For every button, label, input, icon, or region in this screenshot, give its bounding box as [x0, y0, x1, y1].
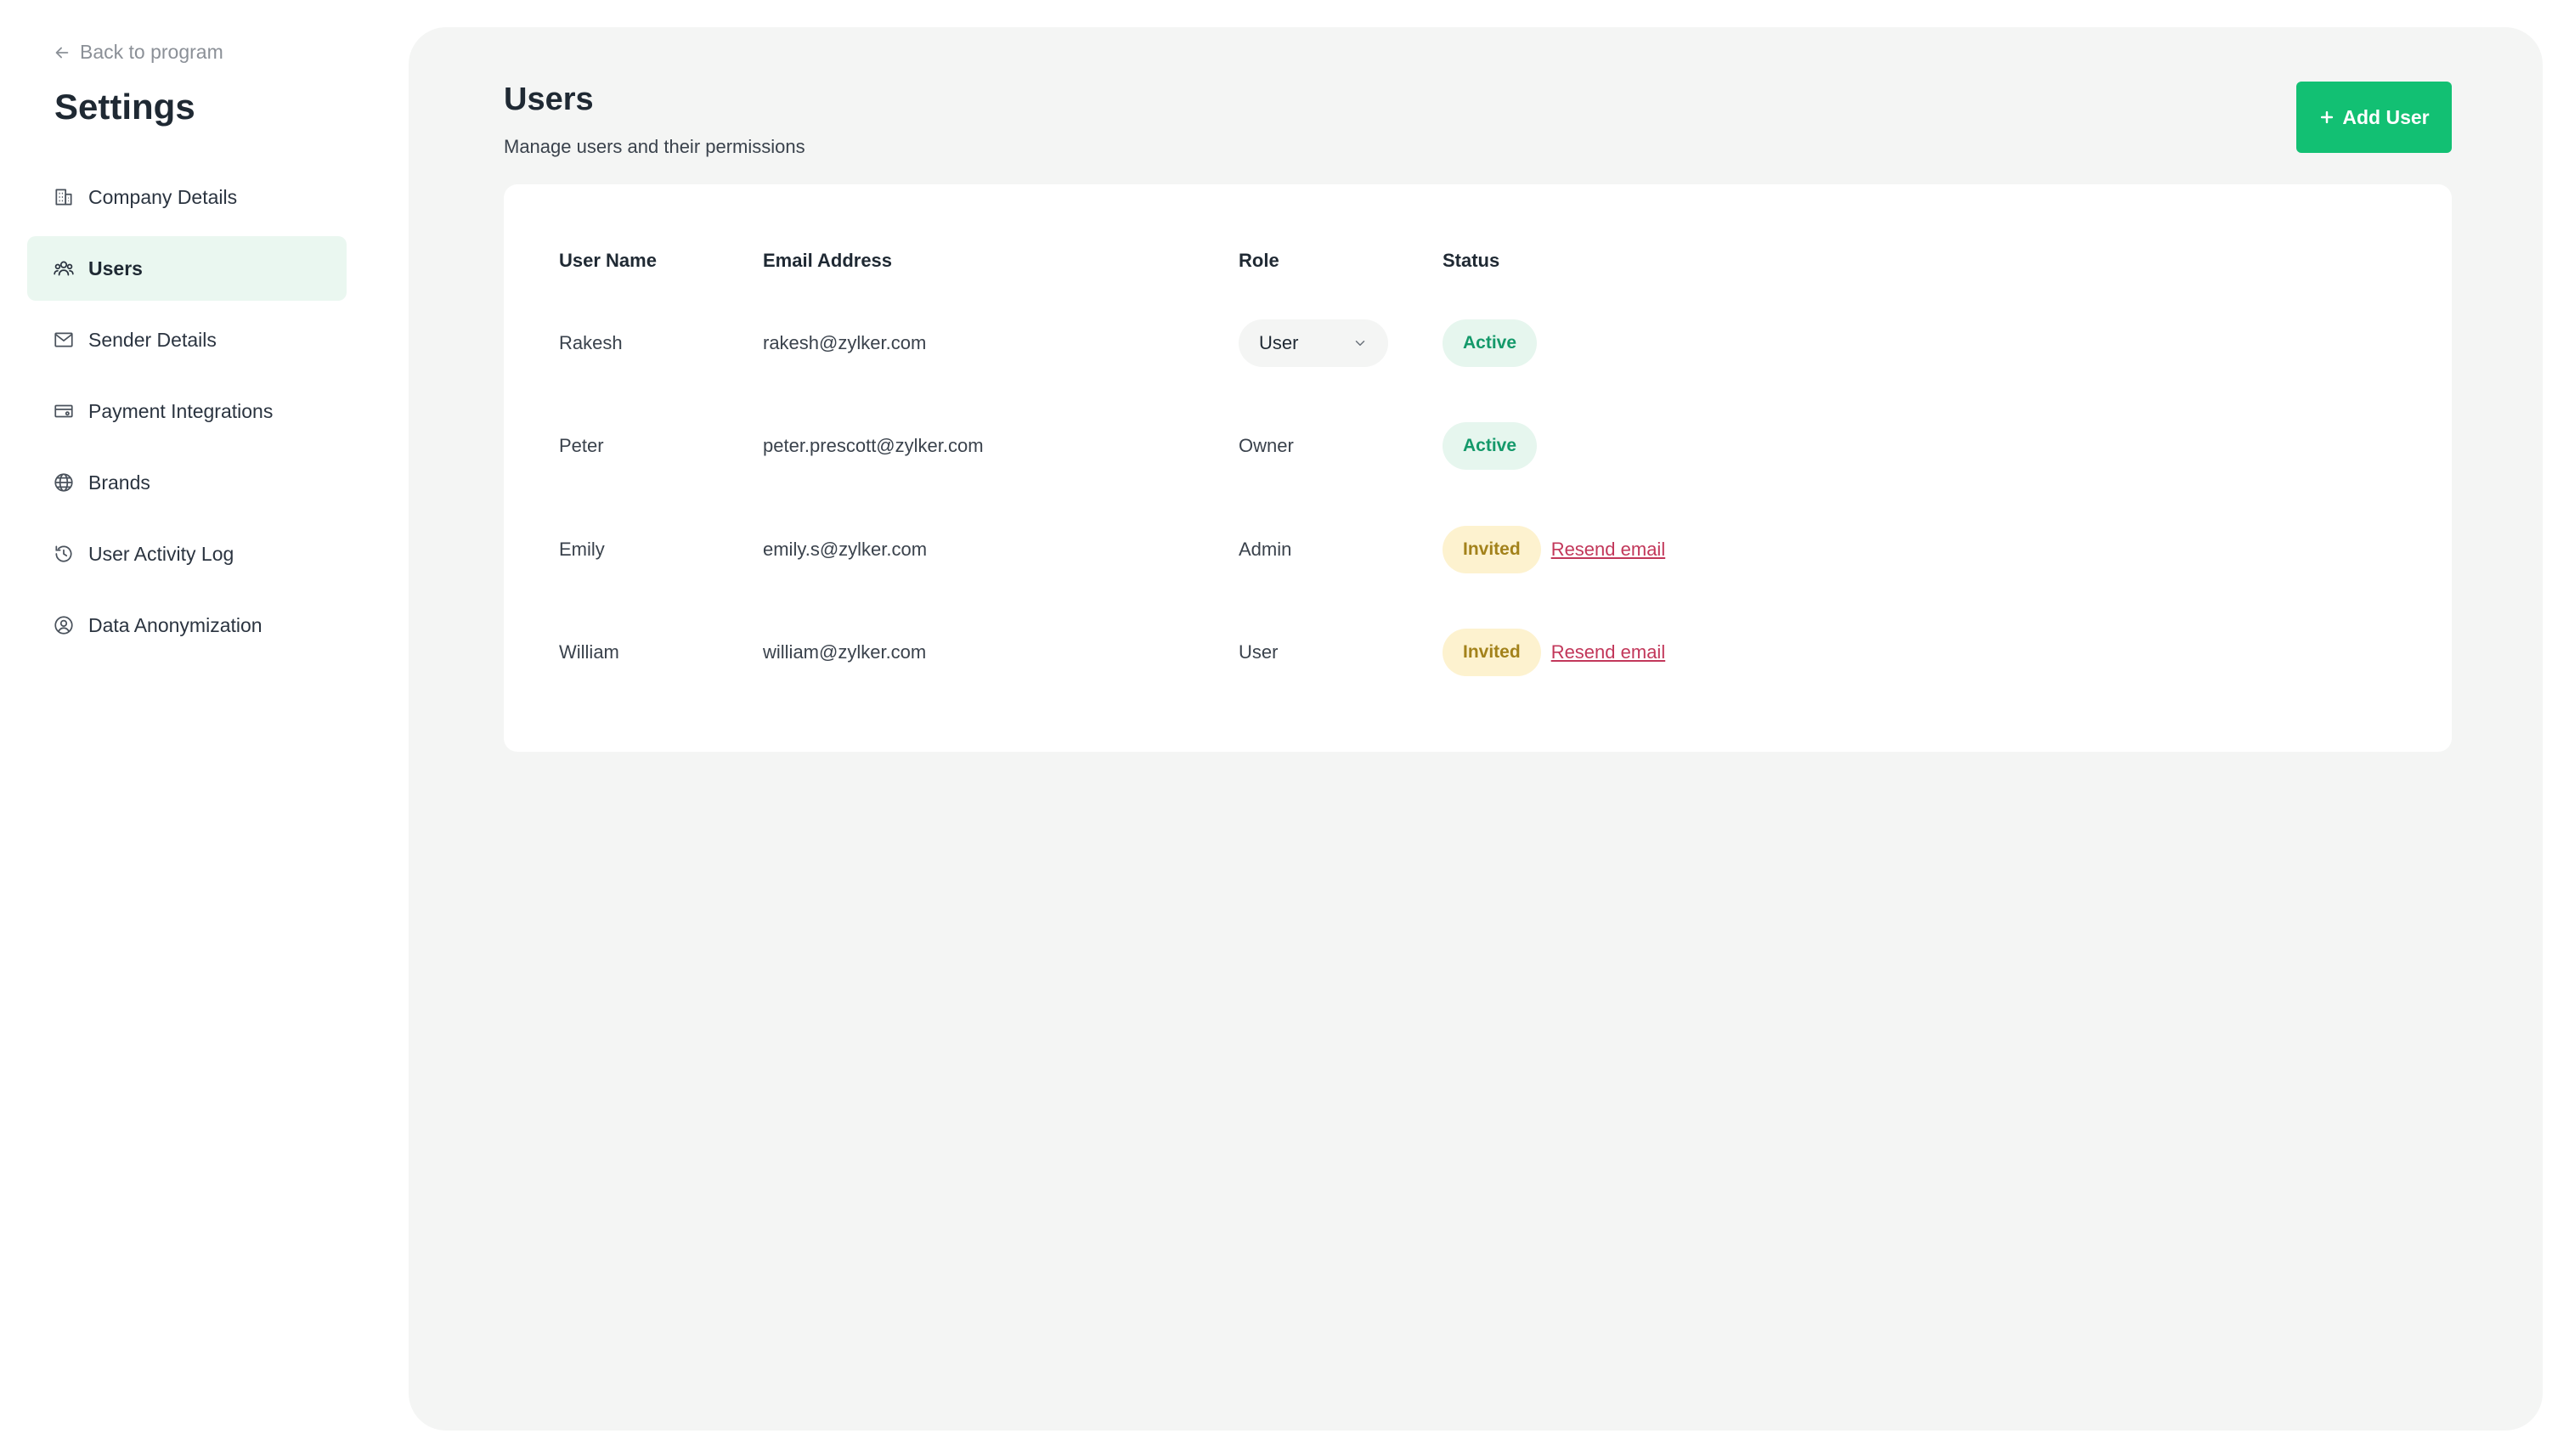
sidebar-item-label: User Activity Log: [88, 542, 234, 565]
sidebar-item-company-details[interactable]: Company Details: [27, 165, 347, 229]
user-name: Peter: [559, 435, 604, 456]
table-row: Rakesh rakesh@zylker.com User Active: [504, 309, 2452, 377]
table-row: Emily emily.s@zylker.com Admin Invited R…: [504, 516, 2452, 584]
sidebar-item-users[interactable]: Users: [27, 236, 347, 301]
table-row: William william@zylker.com User Invited …: [504, 618, 2452, 686]
user-role: Admin: [1239, 539, 1292, 560]
header-email-address: Email Address: [763, 250, 893, 271]
sidebar-item-label: Data Anonymization: [88, 613, 263, 636]
header-role: Role: [1239, 250, 1279, 271]
user-role: User: [1239, 641, 1279, 663]
sidebar-item-label: Payment Integrations: [88, 399, 274, 422]
building-icon: [55, 189, 72, 206]
sidebar-item-label: Sender Details: [88, 328, 217, 351]
plus-icon: [2321, 110, 2334, 124]
history-icon: [55, 545, 72, 562]
settings-nav: Company Details Users Sender Details Pay…: [27, 165, 347, 664]
users-table: User Name Email Address Role Status Rake…: [504, 184, 2452, 752]
user-email: emily.s@zylker.com: [763, 539, 928, 560]
chevron-down-icon: [1355, 341, 1365, 346]
status-badge: Active: [1443, 422, 1538, 470]
user-email: william@zylker.com: [763, 641, 927, 663]
status-badge: Invited: [1443, 526, 1541, 573]
resend-email-link[interactable]: Resend email: [1551, 539, 1666, 561]
sidebar-item-label: Brands: [88, 471, 150, 494]
status-cell: Active: [1443, 422, 1538, 470]
sidebar-item-sender-details[interactable]: Sender Details: [27, 308, 347, 372]
status-cell: Active: [1443, 319, 1538, 367]
page-subtitle: Manage users and their permissions: [504, 136, 805, 157]
role-selected-value: User: [1259, 332, 1299, 353]
globe-icon: [54, 473, 73, 492]
sidebar-item-data-anonymization[interactable]: Data Anonymization: [27, 593, 347, 657]
user-email: rakesh@zylker.com: [763, 332, 927, 353]
sidebar-item-brands[interactable]: Brands: [27, 450, 347, 515]
arrow-left-icon: [55, 47, 69, 58]
mail-icon: [54, 332, 73, 347]
user-role: Owner: [1239, 435, 1294, 456]
add-user-label: Add User: [2342, 105, 2430, 128]
table-row: Peter peter.prescott@zylker.com Owner Ac…: [504, 412, 2452, 480]
status-badge: Invited: [1443, 629, 1541, 676]
sidebar-item-payment-integrations[interactable]: Payment Integrations: [27, 379, 347, 443]
users-icon: [54, 261, 74, 276]
settings-sidebar: Back to program Settings Company Details…: [0, 0, 399, 1456]
page-title: Users: [504, 82, 594, 117]
user-name: Rakesh: [559, 332, 623, 353]
sidebar-item-label: Users: [88, 257, 143, 279]
header-user-name: User Name: [559, 250, 657, 271]
sidebar-title: Settings: [54, 87, 195, 127]
status-cell: Invited Resend email: [1443, 526, 1665, 573]
anonymous-user-icon: [54, 616, 73, 635]
role-dropdown[interactable]: User: [1239, 319, 1388, 367]
add-user-button[interactable]: Add User: [2296, 82, 2452, 153]
sidebar-item-label: Company Details: [88, 185, 238, 208]
users-panel: Users Manage users and their permissions…: [409, 27, 2543, 1431]
sidebar-item-user-activity-log[interactable]: User Activity Log: [27, 522, 347, 586]
user-name: William: [559, 641, 619, 663]
resend-email-link[interactable]: Resend email: [1551, 641, 1666, 663]
status-badge: Active: [1443, 319, 1538, 367]
back-link-label: Back to program: [80, 41, 223, 63]
status-cell: Invited Resend email: [1443, 629, 1665, 676]
back-to-program-link[interactable]: Back to program: [53, 41, 223, 64]
user-name: Emily: [559, 539, 605, 560]
table-header: User Name Email Address Role Status: [504, 240, 2452, 281]
header-status: Status: [1443, 250, 1500, 271]
user-email: peter.prescott@zylker.com: [763, 435, 984, 456]
payment-card-icon: [54, 404, 73, 418]
